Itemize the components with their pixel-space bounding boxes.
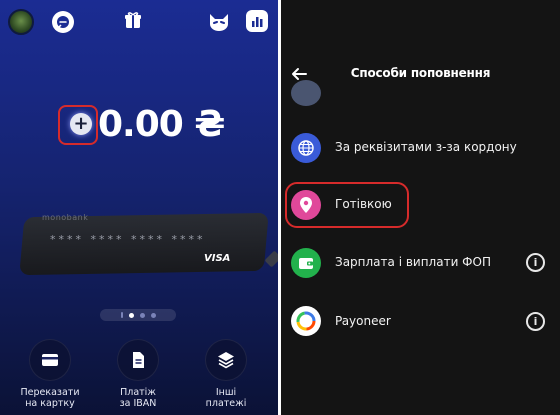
cash-highlight: [285, 182, 409, 228]
cat-icon[interactable]: [208, 10, 230, 32]
card-number: **** **** **** ****: [50, 233, 206, 246]
card-brand: monobank: [42, 213, 89, 222]
pagination-dot: [139, 312, 145, 318]
topup-highlight: [58, 105, 98, 145]
other-payments-button[interactable]: [205, 339, 247, 381]
other-payments-label: Інші платежі: [205, 387, 247, 409]
list-item-label: За реквізитами з-за кордону: [335, 140, 517, 154]
pagination-dot: [150, 312, 156, 318]
iban-payment-button[interactable]: [117, 339, 159, 381]
page-title: Способи поповнення: [350, 66, 491, 80]
next-card-edge: [264, 250, 278, 268]
transfer-to-card-label: Переказати на картку: [20, 387, 80, 409]
info-icon[interactable]: i: [526, 312, 545, 331]
transfer-to-card-button[interactable]: [29, 339, 71, 381]
gift-icon[interactable]: [122, 9, 144, 31]
document-icon: [133, 352, 144, 368]
card-pagination[interactable]: [100, 309, 176, 321]
layers-icon: [218, 352, 234, 369]
pagination-add-marker: [120, 312, 123, 318]
partial-list-item-icon: [291, 80, 321, 106]
iban-payment-label: Платіж за IBAN: [119, 387, 157, 409]
wallet-icon: [291, 248, 321, 278]
payoneer-icon: [291, 306, 321, 336]
visa-logo: VISA: [204, 253, 231, 264]
pagination-dot-active: [128, 312, 134, 318]
list-item-label: Зарплата і виплати ФОП: [335, 255, 491, 269]
chat-icon[interactable]: [52, 11, 74, 33]
topup-methods-screen: Способи поповнення За реквізитами з-за к…: [281, 0, 560, 415]
home-screen: + 0.00 ₴ monobank **** **** **** **** VI…: [0, 0, 278, 415]
info-icon[interactable]: i: [526, 253, 545, 272]
stats-icon[interactable]: [246, 10, 268, 32]
list-item-label: Payoneer: [335, 314, 391, 328]
card-icon: [42, 354, 58, 366]
balance-amount: 0.00 ₴: [98, 104, 225, 145]
avatar[interactable]: [8, 9, 34, 35]
globe-icon: [291, 133, 321, 163]
